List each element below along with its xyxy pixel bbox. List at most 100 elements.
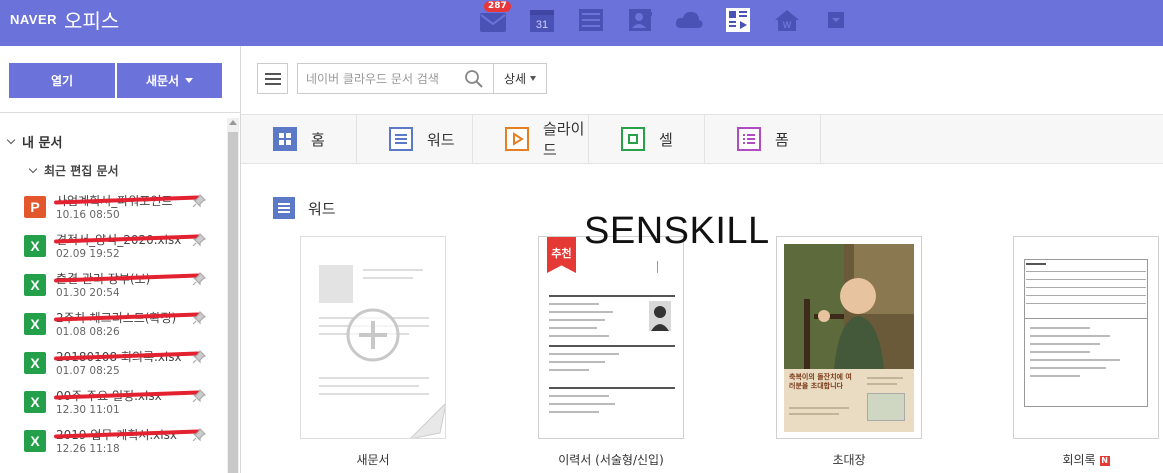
excel-file-icon: X (24, 313, 46, 335)
photo-placeholder (649, 301, 671, 331)
pin-icon[interactable] (192, 272, 206, 286)
chevron-down-icon (6, 135, 16, 144)
recent-document-item[interactable]: X 견적서_양식_2020.xlsx 02.09 19:52 (24, 231, 224, 270)
tab-cell[interactable]: 셀 (589, 115, 705, 163)
recent-documents-label: 최근 편집 문서 (44, 164, 119, 178)
list-app-button[interactable] (566, 4, 615, 36)
more-icon (827, 12, 844, 28)
tab-home[interactable]: 홈 (241, 115, 357, 163)
scroll-up-arrow-icon[interactable] (229, 120, 237, 125)
main-area: 상세 홈 워드 슬라이드 셀 (241, 46, 1163, 473)
naver-office-logo[interactable]: NAVER 오피스 (10, 6, 120, 33)
pin-icon[interactable] (192, 311, 206, 325)
recent-document-item[interactable]: P 사업계획서_파워포인트 10.16 08:50 (24, 192, 224, 231)
top-bar: NAVER 오피스 287 31 W (0, 0, 1163, 46)
app-launcher: 287 31 W (468, 1, 860, 36)
template-meeting-minutes[interactable]: 회의록 N (1013, 236, 1159, 467)
detail-search-button[interactable]: 상세 (493, 63, 547, 94)
add-plus-icon (346, 308, 400, 362)
recommended-badge: 추천 (547, 237, 576, 273)
recent-document-item[interactable]: X 20180108 회의록.xlsx 01.07 08:25 (24, 348, 224, 387)
slide-icon (505, 127, 529, 151)
template-label-with-badge: 회의록 N (993, 451, 1163, 468)
sidebar: 열기 새문서 내 문서 최근 편집 문서 P 사업계획서_파워포인트 10.16… (0, 46, 241, 473)
cloud-icon (675, 11, 703, 28)
home-grid-icon (273, 127, 297, 151)
pin-icon[interactable] (192, 389, 206, 403)
document-date: 01.08 08:26 (56, 326, 120, 338)
page-curl-icon (410, 403, 445, 438)
mail-app-button[interactable]: 287 (468, 1, 517, 36)
tab-form-label: 폼 (775, 130, 789, 149)
invitation-thumbnail: 축복이의 돌잔치에 여러분을 초대합니다 (776, 236, 922, 439)
excel-file-icon: X (24, 391, 46, 413)
detail-search-label: 상세 (503, 72, 527, 86)
tab-word[interactable]: 워드 (357, 115, 473, 163)
menu-button[interactable] (257, 63, 288, 94)
template-new-document[interactable]: 새문서 (300, 236, 446, 467)
document-date: 10.16 08:50 (56, 209, 120, 221)
tree-recent-documents[interactable]: 최근 편집 문서 (28, 162, 119, 179)
calendar-app-button[interactable]: 31 (517, 4, 566, 36)
template-label: 회의록 (1062, 453, 1096, 467)
cell-icon (621, 127, 645, 151)
search-icon[interactable] (464, 69, 484, 89)
new-document-button[interactable]: 새문서 (117, 63, 222, 98)
section-title-label: 워드 (308, 199, 336, 218)
recent-document-item[interactable]: X 출결 관리 장부(보) 01.30 20:54 (24, 270, 224, 309)
calendar-icon: 31 (529, 10, 554, 32)
caret-down-icon (530, 76, 537, 81)
document-date: 02.09 19:52 (56, 248, 120, 260)
open-button[interactable]: 열기 (9, 63, 115, 98)
document-date: 12.30 11:01 (56, 404, 120, 416)
template-invitation[interactable]: 축복이의 돌잔치에 여러분을 초대합니다 초대장 (776, 236, 922, 467)
recent-document-item[interactable]: X 2019 업무 계획서.xlsx 12.26 11:18 (24, 426, 224, 465)
pin-icon[interactable] (192, 428, 206, 442)
scrollbar-thumb[interactable] (228, 132, 238, 473)
chevron-down-icon (28, 164, 38, 173)
mail-unread-badge: 287 (484, 1, 511, 12)
search-input[interactable] (306, 69, 461, 89)
word-icon (389, 127, 413, 151)
home-app-button[interactable]: W (762, 4, 811, 36)
profile-placeholder-icon (319, 265, 353, 303)
resume-thumbnail: 추천 (538, 236, 684, 439)
cloud-app-button[interactable] (664, 4, 713, 36)
tree-my-documents[interactable]: 내 문서 (6, 132, 63, 151)
powerpoint-file-icon: P (24, 196, 46, 218)
hamburger-icon (264, 72, 281, 85)
contacts-app-button[interactable] (615, 4, 664, 36)
office-app-button[interactable] (713, 4, 762, 36)
recent-document-item[interactable]: X 00주 주요 일정.xlsx 12.30 11:01 (24, 387, 224, 426)
invitation-text: 축복이의 돌잔치에 여러분을 초대합니다 (789, 373, 852, 390)
naver-logo-text: NAVER (10, 11, 58, 27)
meeting-minutes-thumbnail (1013, 236, 1159, 439)
new-document-label: 새문서 (145, 74, 180, 88)
tab-form[interactable]: 폼 (705, 115, 821, 163)
caret-down-icon (185, 78, 194, 83)
map-thumbnail (867, 393, 905, 421)
new-document-thumbnail (300, 236, 446, 439)
sidebar-divider (0, 112, 240, 113)
new-badge: N (1099, 455, 1110, 466)
document-date: 01.07 08:25 (56, 365, 120, 377)
baby-photo-image (784, 244, 914, 369)
recent-document-list: P 사업계획서_파워포인트 10.16 08:50 X 견적서_양식_2020.… (24, 192, 224, 465)
more-apps-button[interactable] (811, 4, 860, 36)
section-title: 워드 (272, 196, 336, 220)
document-date: 12.26 11:18 (56, 443, 120, 455)
contacts-icon (628, 9, 652, 31)
template-label: 초대장 (832, 453, 866, 467)
pin-icon[interactable] (192, 194, 206, 208)
calendar-day-text: 31 (535, 19, 547, 31)
excel-file-icon: X (24, 352, 46, 374)
list-icon (578, 9, 603, 31)
tab-slide[interactable]: 슬라이드 (473, 115, 589, 163)
pin-icon[interactable] (192, 350, 206, 364)
pin-icon[interactable] (192, 233, 206, 247)
template-resume[interactable]: 추천 이력서 (서술형/신입) (538, 236, 684, 467)
my-documents-label: 내 문서 (22, 136, 63, 151)
recent-document-item[interactable]: X 2주차 체크리스트(확정) 01.08 08:26 (24, 309, 224, 348)
document-type-tabs: 홈 워드 슬라이드 셀 폼 (241, 115, 1163, 164)
office-logo-text: 오피스 (64, 8, 120, 33)
